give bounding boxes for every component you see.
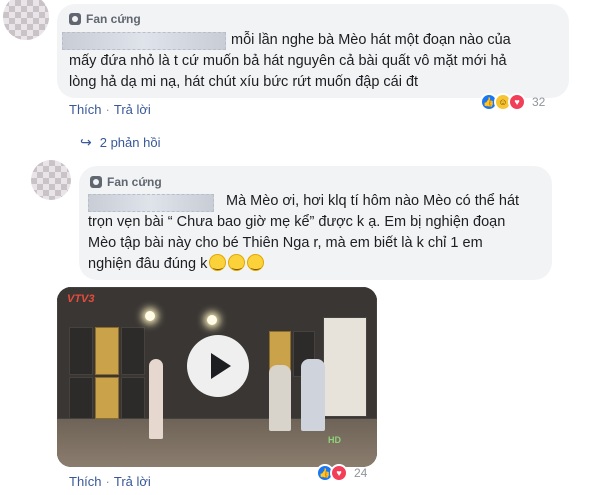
comment-line: nghiện đâu đúng k bbox=[88, 256, 208, 272]
comment-line: Mèo tập bài này cho bé Thiên Nga r, mà e… bbox=[88, 235, 483, 251]
comment-text: mỗi lần nghe bà Mèo hát một đoạn nào của bbox=[231, 30, 511, 51]
reaction-summary[interactable]: 👍 ♥ 24 bbox=[316, 464, 367, 482]
wall-panel bbox=[121, 377, 145, 419]
commenter-avatar[interactable] bbox=[31, 160, 71, 200]
replies-count-label[interactable]: 2 phản hồi bbox=[100, 135, 161, 150]
separator-dot: · bbox=[105, 102, 110, 117]
comment-text: Mà Mèo ơi, hơi klq tí hôm nào Mèo có thể… bbox=[226, 191, 519, 212]
reply-arrow-icon: ↪ bbox=[80, 134, 92, 150]
wall-panel bbox=[121, 327, 145, 375]
video-thumbnail[interactable]: VTV3 HD bbox=[57, 287, 377, 467]
studio-light bbox=[145, 311, 155, 321]
wall-panel bbox=[69, 377, 93, 419]
performer-figure bbox=[149, 359, 163, 439]
hd-badge: HD bbox=[328, 435, 341, 445]
smile-emoji-icon bbox=[228, 254, 246, 275]
redacted-username[interactable] bbox=[62, 32, 226, 50]
fan-badge-icon bbox=[90, 176, 102, 188]
wall-panel bbox=[69, 327, 93, 375]
reaction-summary[interactable]: 👍 ☺ ♥ 32 bbox=[480, 93, 545, 111]
comment-line: lòng hả dạ mi nạ, hát chút xíu bức rứt m… bbox=[69, 74, 419, 90]
view-replies[interactable]: ↪ 2 phản hồi bbox=[80, 134, 160, 151]
judge-figure bbox=[301, 359, 325, 431]
fan-badge: Fan cứng bbox=[69, 12, 141, 26]
mirror-panel bbox=[323, 317, 367, 417]
wall-panel bbox=[95, 327, 119, 375]
comment-line: Mà Mèo ơi, hơi klq tí hôm nào Mèo có thể… bbox=[226, 193, 520, 209]
separator-dot: · bbox=[105, 474, 110, 489]
reply-link[interactable]: Trả lời bbox=[114, 474, 151, 489]
redacted-username[interactable] bbox=[88, 194, 214, 212]
wall-panel bbox=[95, 377, 119, 419]
comment-actions: Thích · Trả lời bbox=[69, 102, 151, 117]
love-icon: ♥ bbox=[330, 464, 348, 482]
love-icon: ♥ bbox=[508, 93, 526, 111]
fan-badge-icon bbox=[69, 13, 81, 25]
reply-link[interactable]: Trả lời bbox=[114, 102, 151, 117]
smile-emoji-icon bbox=[247, 254, 265, 275]
comment-text-continued: trọn vẹn bài “ Chưa bao giờ mẹ kể” được … bbox=[88, 212, 505, 275]
fan-badge-label: Fan cứng bbox=[107, 175, 162, 189]
comment-line: trọn vẹn bài “ Chưa bao giờ mẹ kể” được … bbox=[88, 214, 506, 230]
judge-figure bbox=[269, 365, 291, 431]
play-icon[interactable] bbox=[187, 335, 249, 397]
like-link[interactable]: Thích bbox=[69, 102, 102, 117]
like-link[interactable]: Thích bbox=[69, 474, 102, 489]
reaction-count: 24 bbox=[354, 466, 368, 480]
smile-emoji-icon bbox=[209, 254, 227, 275]
commenter-avatar[interactable] bbox=[3, 0, 49, 40]
comment-actions: Thích · Trả lời bbox=[69, 474, 151, 489]
fan-badge: Fan cứng bbox=[90, 175, 162, 189]
fan-badge-label: Fan cứng bbox=[86, 12, 141, 26]
comment-text-continued: mấy đứa nhỏ là t cứ muốn bả hát nguyên c… bbox=[69, 51, 507, 93]
reaction-count: 32 bbox=[532, 95, 546, 109]
channel-logo: VTV3 bbox=[67, 293, 95, 305]
studio-light bbox=[207, 315, 217, 325]
comment-line: mấy đứa nhỏ là t cứ muốn bả hát nguyên c… bbox=[69, 53, 507, 69]
comment-line: mỗi lần nghe bà Mèo hát một đoạn nào của bbox=[231, 32, 511, 48]
